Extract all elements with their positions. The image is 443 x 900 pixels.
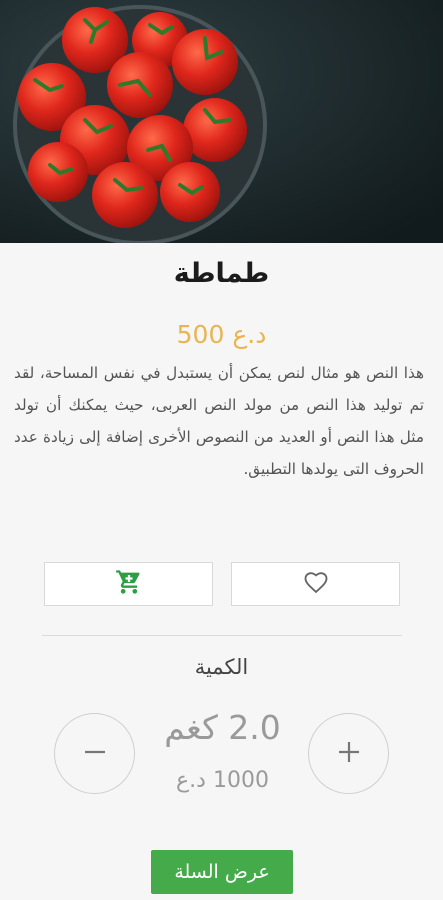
- view-cart-button[interactable]: عرض السلة: [151, 850, 293, 894]
- decrease-quantity-button[interactable]: [54, 713, 135, 794]
- product-price: 500 د.ع: [176, 320, 267, 349]
- minus-icon: [82, 739, 108, 769]
- quantity-label: الكمية: [194, 655, 249, 679]
- increase-quantity-button[interactable]: [308, 713, 389, 794]
- product-title: طماطة: [173, 258, 270, 289]
- quantity-value: 2.0 كغم: [164, 708, 281, 747]
- cart-icon: [114, 568, 144, 600]
- divider: [42, 635, 402, 636]
- favorite-button[interactable]: [231, 562, 400, 606]
- heart-icon: [300, 568, 332, 600]
- quantity-total-price: 1000 د.ع: [176, 768, 269, 793]
- add-to-cart-button[interactable]: [44, 562, 213, 606]
- product-description: هذا النص هو مثال لنص يمكن أن يستبدل في ن…: [14, 364, 424, 478]
- product-image: [0, 0, 443, 243]
- plus-icon: [336, 739, 362, 769]
